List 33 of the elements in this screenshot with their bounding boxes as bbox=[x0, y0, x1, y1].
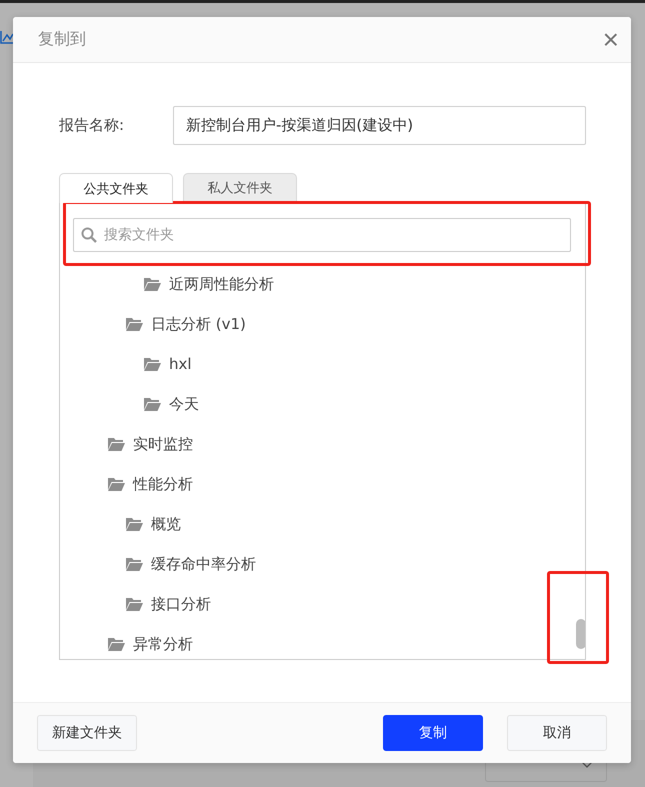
folder-item[interactable]: hxl bbox=[60, 344, 192, 384]
copy-button[interactable]: 复制 bbox=[383, 715, 483, 751]
folder-item[interactable]: 缓存命中率分析 bbox=[60, 544, 256, 584]
folder-tab[interactable]: 私人文件夹 bbox=[183, 173, 297, 202]
new-folder-button[interactable]: 新建文件夹 bbox=[37, 715, 137, 751]
folder-icon bbox=[144, 357, 161, 371]
folder-icon bbox=[126, 557, 143, 571]
close-button[interactable]: × bbox=[602, 26, 619, 54]
folder-icon bbox=[144, 397, 161, 411]
scrollbar-thumb[interactable] bbox=[576, 619, 585, 649]
folder-item[interactable]: 实时监控 bbox=[60, 424, 193, 464]
report-name-label: 报告名称: bbox=[59, 116, 126, 135]
folder-item[interactable]: 近两周性能分析 bbox=[60, 264, 274, 304]
folder-icon bbox=[126, 317, 143, 331]
folder-icon bbox=[126, 517, 143, 531]
dialog-title: 复制到 bbox=[38, 29, 87, 50]
folder-item[interactable]: 日志分析 (v1) bbox=[60, 304, 246, 344]
search-field[interactable]: 搜索文件夹 bbox=[73, 218, 571, 252]
folder-icon bbox=[126, 597, 143, 611]
folder-item[interactable]: 接口分析 bbox=[60, 584, 211, 624]
folder-icon bbox=[108, 477, 125, 491]
folder-item[interactable]: 异常分析 bbox=[60, 624, 193, 659]
folder-icon bbox=[108, 637, 125, 651]
folder-item[interactable]: 今天 bbox=[60, 384, 199, 424]
folder-icon bbox=[144, 277, 161, 291]
report-name-field[interactable]: 新控制台用户-按渠道归因(建设中) bbox=[173, 106, 586, 145]
folder-item[interactable]: 性能分析 bbox=[60, 464, 193, 504]
folder-tab[interactable]: 公共文件夹 bbox=[59, 173, 173, 203]
folder-item[interactable]: 概览 bbox=[60, 504, 181, 544]
cancel-button[interactable]: 取消 bbox=[507, 715, 607, 751]
chart-icon bbox=[0, 30, 14, 44]
folder-icon bbox=[108, 437, 125, 451]
search-icon bbox=[81, 227, 97, 243]
